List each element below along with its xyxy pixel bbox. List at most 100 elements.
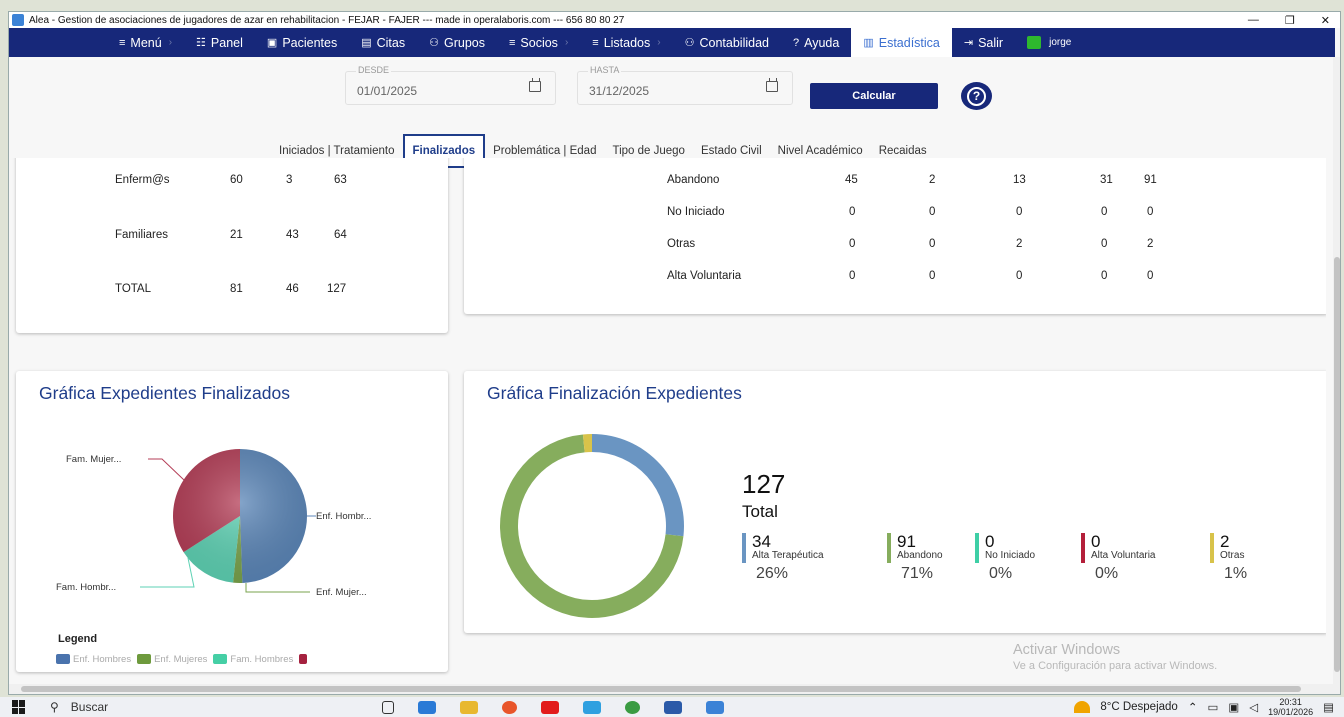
row-label: Otras xyxy=(667,238,696,250)
taskbar-search[interactable]: ⚲ Buscar xyxy=(42,697,332,717)
app-icon xyxy=(12,14,24,26)
battery-icon[interactable]: ▭ xyxy=(1207,700,1218,714)
help-icon: ? xyxy=(967,86,986,106)
nav-citas[interactable]: ▤ Citas xyxy=(349,28,417,57)
nav-menu[interactable]: ≡ Menú › xyxy=(107,28,184,57)
cell: 0 xyxy=(1101,206,1108,218)
stat-value: 34 xyxy=(752,532,771,551)
cell: 0 xyxy=(1147,206,1154,218)
stat-percent: 0% xyxy=(1095,565,1119,582)
weather-text[interactable]: 8°C Despejado xyxy=(1100,701,1177,713)
notifications-icon[interactable]: ▤ xyxy=(1323,700,1334,714)
nav-grupos[interactable]: ⚇ Grupos xyxy=(417,28,497,57)
stat-value: 2 xyxy=(1220,532,1230,551)
chevron-right-icon: › xyxy=(168,37,173,48)
stat-otras: 2 Otras 1% xyxy=(1210,532,1247,582)
nav-contabilidad-label: Contabilidad xyxy=(699,35,769,50)
maximize-button[interactable]: ❐ xyxy=(1285,14,1295,27)
nav-socios[interactable]: ≡ Socios › xyxy=(497,28,580,57)
cell: 0 xyxy=(1016,270,1023,282)
row-label: TOTAL xyxy=(115,283,151,295)
legend-item[interactable] xyxy=(299,654,310,665)
watermark-text: Ve a Configuración para activar Windows. xyxy=(1013,660,1218,672)
nav-contabilidad[interactable]: ⚇ Contabilidad xyxy=(673,28,781,57)
calendar-icon: ▤ xyxy=(361,37,372,49)
hasta-value: 31/12/2025 xyxy=(589,84,650,98)
scrollbar-thumb[interactable] xyxy=(1334,257,1340,672)
user-icon xyxy=(1027,36,1042,49)
nav-socios-label: Socios xyxy=(520,35,558,50)
legend-item[interactable]: Enf. Hombres xyxy=(56,654,131,665)
nav-salir[interactable]: ⇥ Salir xyxy=(952,28,1015,57)
clock[interactable]: 20:31 19/01/2026 xyxy=(1268,697,1313,717)
cell: 91 xyxy=(1144,174,1157,186)
nav-ayuda[interactable]: ? Ayuda xyxy=(781,28,851,57)
nav-panel[interactable]: ☷ Panel xyxy=(184,28,255,57)
chevron-right-icon: › xyxy=(657,37,661,48)
calendar-icon[interactable] xyxy=(529,78,541,92)
pie-chart: Enf. Hombr... Enf. Mujer... Fam. Hombr... F… xyxy=(56,449,371,598)
cell: 64 xyxy=(334,229,347,241)
horizontal-scrollbar[interactable] xyxy=(9,684,1340,694)
calendar-icon[interactable] xyxy=(766,78,778,92)
activation-watermark: Activar Windows Ve a Configuración para … xyxy=(1013,642,1217,672)
pie-slice-label: Enf. Mujer... xyxy=(316,587,367,598)
group-icon: ⚇ xyxy=(684,37,695,49)
scrollbar-thumb[interactable] xyxy=(21,686,1301,692)
taskbar-apps xyxy=(382,700,724,714)
row-label: Familiares xyxy=(115,229,169,241)
nav-ayuda-label: Ayuda xyxy=(804,35,840,50)
nav-listados[interactable]: ≡ Listados › xyxy=(580,28,672,57)
speaker-icon[interactable]: ◁ xyxy=(1249,700,1258,714)
nav-salir-label: Salir xyxy=(978,35,1004,50)
pie-slice-label: Enf. Hombr... xyxy=(316,511,371,522)
donut-segment xyxy=(592,434,684,537)
youtube-icon[interactable] xyxy=(541,700,559,714)
stat-label: Alta Voluntaria xyxy=(1091,550,1156,561)
nav-pacientes[interactable]: ▣ Pacientes xyxy=(255,28,349,57)
cell: 0 xyxy=(849,238,856,250)
network-icon[interactable]: ▣ xyxy=(1228,700,1239,714)
nav-user[interactable]: jorge xyxy=(1015,28,1083,57)
pie-shading xyxy=(173,449,307,583)
legend-swatch xyxy=(299,654,308,665)
cell: 0 xyxy=(929,270,936,282)
stat-alta-terapeutica: 34 Alta Terapéutica 26% xyxy=(742,532,824,582)
file-explorer-icon[interactable] xyxy=(460,700,478,714)
firefox-icon[interactable] xyxy=(502,700,517,714)
nav-estadistica[interactable]: ▥ Estadística xyxy=(851,28,952,57)
cell: 81 xyxy=(230,283,243,295)
finalizacion-table-card: Abandono 45 2 13 31 91 No Iniciado 0 0 0… xyxy=(464,158,1326,314)
help-icon: ? xyxy=(792,36,800,49)
alea-app-icon[interactable] xyxy=(706,700,724,714)
patient-card-icon: ▣ xyxy=(266,37,278,49)
legend-item[interactable]: Fam. Hombres xyxy=(213,654,293,665)
list-icon: ≡ xyxy=(508,36,516,49)
minimize-button[interactable]: — xyxy=(1248,14,1259,27)
legend-item[interactable]: Enf. Mujeres xyxy=(137,654,207,665)
stat-percent: 0% xyxy=(989,565,1013,582)
help-button[interactable]: ? xyxy=(961,82,992,110)
group-icon: ⚇ xyxy=(429,37,439,49)
weather-app-icon[interactable] xyxy=(418,700,436,714)
calcular-button[interactable]: Calcular xyxy=(810,83,938,109)
search-icon: ⚲ xyxy=(50,700,59,714)
chrome-icon[interactable] xyxy=(625,700,640,714)
hasta-date-field[interactable]: HASTA 31/12/2025 xyxy=(577,65,793,105)
nav-estadistica-label: Estadística xyxy=(878,35,940,50)
stat-percent: 71% xyxy=(901,565,934,582)
taskbar: ⚲ Buscar 8°C Despejado ⌃ ▭ ▣ ◁ 20:31 19/… xyxy=(0,697,1344,717)
word-icon[interactable] xyxy=(664,700,682,714)
close-button[interactable]: ✕ xyxy=(1321,14,1330,27)
nav-panel-label: Panel xyxy=(210,35,243,50)
row-label: Alta Voluntaria xyxy=(667,270,742,282)
desde-date-field[interactable]: DESDE 01/01/2025 xyxy=(345,65,556,105)
cell: 0 xyxy=(1147,270,1154,282)
app-icon[interactable] xyxy=(583,700,601,714)
menu-icon: ≡ xyxy=(119,36,126,49)
task-view-icon[interactable] xyxy=(382,700,394,714)
vertical-scrollbar[interactable] xyxy=(1333,57,1340,685)
windows-start-icon[interactable] xyxy=(12,700,26,714)
stat-label: Otras xyxy=(1220,550,1245,561)
chevron-up-icon[interactable]: ⌃ xyxy=(1188,700,1198,714)
